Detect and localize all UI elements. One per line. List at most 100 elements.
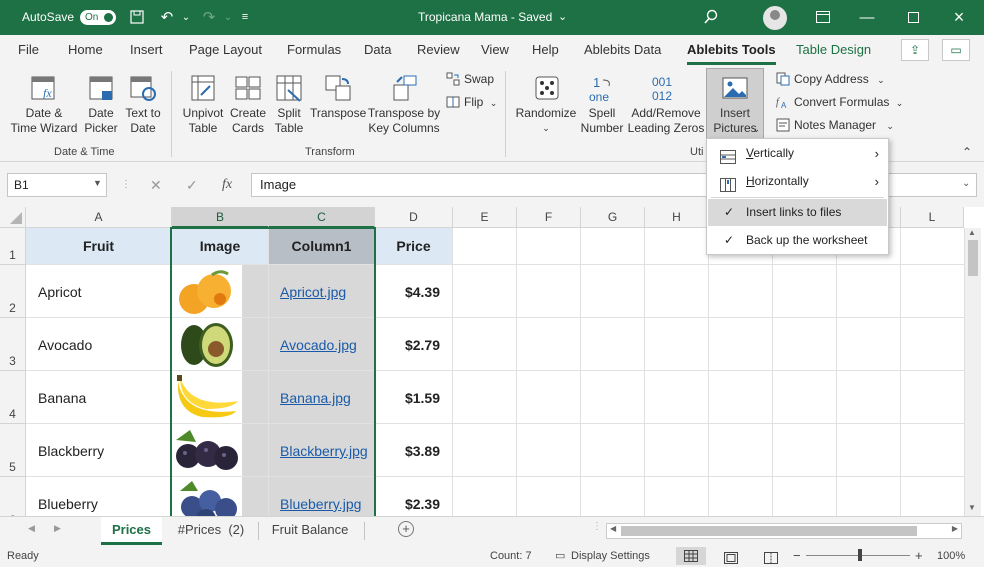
- menu-item-horizontally[interactable]: Horizontally ›: [708, 168, 887, 195]
- file-link[interactable]: Banana.jpg: [280, 390, 351, 406]
- row-header-4[interactable]: 4: [0, 371, 26, 424]
- cell-file-link[interactable]: Blueberry.jpg: [269, 477, 375, 516]
- horizontal-scrollbar[interactable]: ◀ ▶: [606, 523, 962, 539]
- transpose-button[interactable]: Transpose: [310, 73, 366, 121]
- cell-price[interactable]: $3.89: [375, 424, 453, 477]
- copy-address-button[interactable]: Copy Address ⌄: [776, 69, 885, 89]
- undo-icon[interactable]: ↶: [156, 0, 178, 35]
- column-header-e[interactable]: E: [453, 207, 517, 228]
- tab-prices-2[interactable]: #Prices (2): [168, 517, 254, 545]
- menu-review[interactable]: Review: [417, 42, 460, 57]
- menu-table-design[interactable]: Table Design: [796, 42, 871, 57]
- tabs-splitter-icon[interactable]: ⋮: [592, 521, 602, 532]
- expand-formula-bar-icon[interactable]: ⌄: [962, 178, 970, 189]
- header-cell-price[interactable]: Price: [375, 228, 453, 265]
- date-time-wizard-button[interactable]: fx Date & Time Wizard: [8, 73, 80, 136]
- scroll-right-icon[interactable]: ▶: [952, 524, 958, 533]
- zoom-level[interactable]: 100%: [937, 545, 965, 567]
- cell-fruit[interactable]: Avocado: [26, 318, 172, 371]
- scroll-tabs-right-icon[interactable]: ▶: [54, 523, 61, 534]
- cell-price[interactable]: $4.39: [375, 265, 453, 318]
- user-avatar[interactable]: [763, 6, 787, 30]
- name-box[interactable]: B1: [7, 173, 107, 197]
- zoom-in-icon[interactable]: +: [915, 545, 923, 567]
- page-break-view-button[interactable]: [764, 550, 778, 572]
- menu-formulas[interactable]: Formulas: [287, 42, 341, 57]
- column-header-a[interactable]: A: [26, 207, 172, 228]
- collapse-ribbon-icon[interactable]: ⌃: [962, 145, 972, 159]
- cell-file-link[interactable]: Banana.jpg: [269, 371, 375, 424]
- insert-function-icon[interactable]: fx: [222, 173, 232, 197]
- row-header-6[interactable]: 6: [0, 477, 26, 516]
- file-link[interactable]: Avocado.jpg: [280, 337, 357, 353]
- column-header-f[interactable]: F: [517, 207, 581, 228]
- vertical-scrollbar[interactable]: ▲ ▼: [964, 228, 981, 516]
- menu-item-back-up[interactable]: ✓ Back up the worksheet: [708, 227, 887, 254]
- unpivot-table-button[interactable]: Unpivot Table: [178, 73, 228, 136]
- cell-fruit[interactable]: Blueberry: [26, 477, 172, 516]
- header-cell-fruit[interactable]: Fruit: [26, 228, 172, 265]
- comments-icon[interactable]: ▭: [942, 39, 970, 61]
- column-header-b[interactable]: B: [172, 207, 269, 228]
- cell-image[interactable]: [172, 424, 269, 477]
- cell-price[interactable]: $1.59: [375, 371, 453, 424]
- select-all-corner[interactable]: [0, 207, 26, 228]
- column-header-h[interactable]: H: [645, 207, 709, 228]
- cell-fruit[interactable]: Blackberry: [26, 424, 172, 477]
- menu-item-insert-links[interactable]: ✓ Insert links to files: [708, 199, 887, 226]
- menu-page-layout[interactable]: Page Layout: [189, 42, 262, 57]
- maximize-icon[interactable]: [902, 0, 924, 35]
- file-link[interactable]: Apricot.jpg: [280, 284, 346, 300]
- menu-ablebits-data[interactable]: Ablebits Data: [584, 42, 661, 57]
- cell-image[interactable]: [172, 318, 269, 371]
- horizontal-scroll-thumb[interactable]: [621, 526, 917, 536]
- spell-number-button[interactable]: 1 one Spell Number: [578, 73, 626, 136]
- document-title[interactable]: Tropicana Mama - Saved: [418, 0, 552, 35]
- cell-price[interactable]: $2.39: [375, 477, 453, 516]
- cell-fruit[interactable]: Apricot: [26, 265, 172, 318]
- minimize-icon[interactable]: —: [856, 0, 878, 35]
- share-icon[interactable]: ⇪: [901, 39, 929, 61]
- column-header-c[interactable]: C: [269, 207, 375, 228]
- redo-icon[interactable]: ↷: [198, 0, 220, 35]
- zoom-slider-thumb[interactable]: [858, 549, 862, 561]
- menu-data[interactable]: Data: [364, 42, 391, 57]
- scroll-tabs-left-icon[interactable]: ◀: [28, 523, 35, 534]
- date-picker-button[interactable]: Date Picker: [80, 73, 122, 136]
- scroll-left-icon[interactable]: ◀: [610, 524, 616, 533]
- convert-formulas-button[interactable]: fA Convert Formulas ⌄: [776, 92, 903, 112]
- cell-image[interactable]: [172, 265, 269, 318]
- notes-manager-button[interactable]: Notes Manager ⌄: [776, 115, 894, 135]
- menu-insert[interactable]: Insert: [130, 42, 163, 57]
- close-icon[interactable]: ×: [948, 0, 970, 35]
- split-table-button[interactable]: Split Table: [268, 73, 310, 136]
- display-settings-icon[interactable]: ▭: [555, 545, 565, 567]
- scroll-up-icon[interactable]: ▲: [968, 228, 976, 237]
- column-header-g[interactable]: G: [581, 207, 645, 228]
- normal-view-button[interactable]: [676, 547, 706, 565]
- row-header-3[interactable]: 3: [0, 318, 26, 371]
- scroll-down-icon[interactable]: ▼: [968, 503, 976, 512]
- row-header-5[interactable]: 5: [0, 424, 26, 477]
- vertical-scroll-thumb[interactable]: [968, 240, 978, 276]
- display-settings-button[interactable]: Display Settings: [571, 545, 650, 567]
- cell-price[interactable]: $2.79: [375, 318, 453, 371]
- file-link[interactable]: Blackberry.jpg: [280, 443, 368, 459]
- swap-button[interactable]: Swap: [446, 69, 494, 89]
- enter-icon[interactable]: ✓: [186, 173, 198, 197]
- cell-image[interactable]: [172, 371, 269, 424]
- menu-view[interactable]: View: [481, 42, 509, 57]
- search-icon[interactable]: [700, 0, 722, 35]
- name-box-chevron-icon[interactable]: ▼: [93, 178, 102, 188]
- cell-file-link[interactable]: Apricot.jpg: [269, 265, 375, 318]
- text-to-date-button[interactable]: Text to Date: [122, 73, 164, 136]
- cell-file-link[interactable]: Avocado.jpg: [269, 318, 375, 371]
- row-header-2[interactable]: 2: [0, 265, 26, 318]
- undo-dropdown-icon[interactable]: ⌄: [181, 0, 191, 35]
- save-icon[interactable]: [126, 0, 148, 35]
- tab-prices[interactable]: Prices: [101, 517, 162, 545]
- menu-file[interactable]: File: [18, 42, 39, 57]
- file-link[interactable]: Blueberry.jpg: [280, 496, 361, 512]
- create-cards-button[interactable]: Create Cards: [228, 73, 268, 136]
- customize-toolbar-icon[interactable]: ≡: [238, 0, 252, 35]
